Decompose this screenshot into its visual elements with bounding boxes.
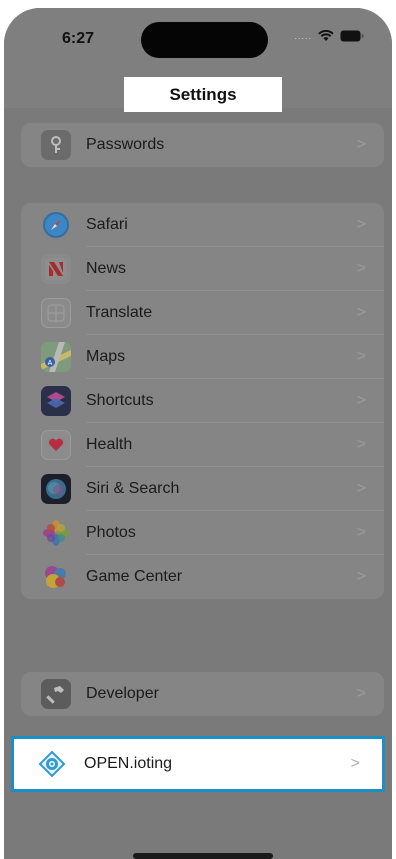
home-indicator [133, 853, 273, 859]
open-ioting-icon [37, 749, 67, 779]
shortcuts-icon [41, 386, 71, 416]
page-title: Settings [124, 77, 282, 112]
settings-row-health[interactable]: Health > [21, 423, 384, 467]
developer-group: Developer > [21, 672, 384, 716]
chevron-right-icon: > [356, 348, 366, 365]
maps-icon: A [41, 342, 71, 372]
chevron-right-icon: > [356, 392, 366, 409]
chevron-right-icon: > [356, 480, 366, 497]
settings-row-game-center[interactable]: Game Center > [21, 555, 384, 599]
key-icon [41, 130, 71, 160]
settings-row-photos[interactable]: Photos > [21, 511, 384, 555]
status-time: 6:27 [62, 30, 95, 47]
highlighted-row-frame: OPEN.ioting > [11, 736, 385, 792]
settings-row-label: Maps [86, 348, 126, 365]
settings-row-label: Shortcuts [86, 392, 154, 409]
settings-row-safari[interactable]: Safari > [21, 203, 384, 247]
chevron-right-icon: > [356, 304, 366, 321]
apps-group: Safari > News > Translate > A Maps > Sho… [21, 203, 384, 599]
game-center-icon [41, 562, 71, 592]
status-bar: 6:27 ..... [4, 8, 392, 68]
news-icon [41, 254, 71, 284]
chevron-right-icon: > [356, 216, 366, 233]
wifi-icon [318, 30, 334, 42]
settings-row-passwords[interactable]: Passwords > [21, 123, 384, 167]
dynamic-island [141, 22, 268, 58]
settings-row-label: Safari [86, 216, 128, 233]
settings-row-label: Photos [86, 524, 136, 541]
svg-text:A: A [48, 360, 53, 367]
settings-row-label: Developer [86, 685, 159, 702]
photos-icon [41, 518, 71, 548]
settings-row-siri[interactable]: Siri & Search > [21, 467, 384, 511]
settings-row-shortcuts[interactable]: Shortcuts > [21, 379, 384, 423]
battery-icon [340, 30, 364, 42]
settings-row-translate[interactable]: Translate > [21, 291, 384, 335]
settings-row-label: Game Center [86, 568, 183, 585]
settings-row-maps[interactable]: A Maps > [21, 335, 384, 379]
settings-row-label: OPEN.ioting [84, 755, 173, 772]
phone-screen: 6:27 ..... Settings Passwords > Safari >… [4, 8, 392, 859]
status-icons: ..... [294, 30, 364, 42]
chevron-right-icon: > [350, 755, 360, 772]
translate-icon [41, 298, 71, 328]
siri-icon [41, 474, 71, 504]
settings-row-open-ioting[interactable]: OPEN.ioting > [14, 739, 382, 789]
cellular-signal-icon: ..... [294, 31, 312, 41]
chevron-right-icon: > [356, 436, 366, 453]
settings-row-label: Health [86, 436, 133, 453]
passwords-group: Passwords > [21, 123, 384, 167]
chevron-right-icon: > [356, 524, 366, 541]
chevron-right-icon: > [356, 136, 366, 153]
page-title-text: Settings [169, 84, 237, 104]
safari-icon [41, 210, 71, 240]
chevron-right-icon: > [356, 685, 366, 702]
settings-row-news[interactable]: News > [21, 247, 384, 291]
hammer-icon [41, 679, 71, 709]
settings-row-label: Translate [86, 304, 153, 321]
settings-row-label: Passwords [86, 136, 165, 153]
chevron-right-icon: > [356, 568, 366, 585]
chevron-right-icon: > [356, 260, 366, 277]
health-icon [41, 430, 71, 460]
settings-row-developer[interactable]: Developer > [21, 672, 384, 716]
settings-row-label: News [86, 260, 127, 277]
settings-row-label: Siri & Search [86, 480, 180, 497]
